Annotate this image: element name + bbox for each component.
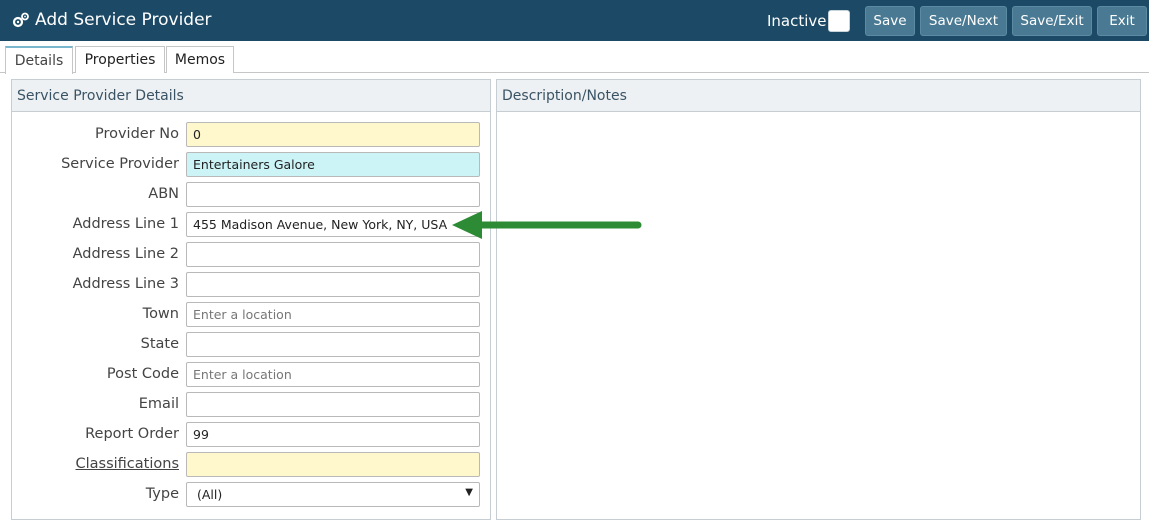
service-provider-label: Service Provider [61, 156, 179, 172]
address-line-1-field[interactable]: 455 Madison Avenue, New York, NY, USA [186, 212, 480, 237]
service-provider-field[interactable]: Entertainers Galore [186, 152, 480, 177]
post-code-field[interactable]: Enter a location [186, 362, 480, 387]
title-bar: Add Service Provider Inactive Save Save/… [0, 0, 1149, 41]
address-line-2-field[interactable] [186, 242, 480, 267]
provider-no-label: Provider No [94, 126, 179, 142]
address-line-2-label: Address Line 2 [72, 246, 179, 262]
abn-field[interactable] [186, 182, 480, 207]
inactive-checkbox[interactable] [828, 10, 850, 32]
report-order-label: Report Order [85, 426, 179, 442]
gears-icon [12, 12, 30, 28]
address-line-3-field[interactable] [186, 272, 480, 297]
inactive-label: Inactive [767, 12, 827, 30]
annotation-arrow-icon [452, 211, 642, 239]
abn-label: ABN [148, 186, 179, 202]
email-label: Email [138, 396, 179, 412]
type-select[interactable]: (All) ▼ [186, 482, 480, 507]
town-label: Town [142, 306, 179, 322]
tab-details[interactable]: Details [5, 46, 73, 74]
window-title-text: Add Service Provider [35, 10, 212, 30]
tab-properties[interactable]: Properties [75, 46, 165, 73]
exit-button[interactable]: Exit [1097, 6, 1147, 36]
town-field[interactable]: Enter a location [186, 302, 480, 327]
panel-heading: Service Provider Details [12, 80, 490, 112]
classifications-field[interactable] [186, 452, 480, 477]
type-select-value: (All) [197, 487, 223, 502]
panel-heading: Description/Notes [497, 80, 1140, 112]
address-line-1-label: Address Line 1 [72, 216, 179, 232]
type-label: Type [145, 486, 179, 502]
post-code-label: Post Code [106, 366, 179, 382]
description-notes-panel: Description/Notes [496, 79, 1141, 520]
save-button[interactable]: Save [865, 6, 915, 36]
state-field[interactable] [186, 332, 480, 357]
report-order-field[interactable]: 99 [186, 422, 480, 447]
dropdown-arrow-icon: ▼ [465, 487, 473, 498]
save-next-button[interactable]: Save/Next [920, 6, 1007, 36]
email-field[interactable] [186, 392, 480, 417]
provider-no-field[interactable]: 0 [186, 122, 480, 147]
state-label: State [140, 336, 179, 352]
classifications-link[interactable]: Classifications [19, 456, 180, 472]
window-title: Add Service Provider [12, 10, 212, 30]
save-exit-button[interactable]: Save/Exit [1012, 6, 1092, 36]
address-line-3-label: Address Line 3 [72, 276, 179, 292]
tab-memos[interactable]: Memos [166, 46, 234, 73]
